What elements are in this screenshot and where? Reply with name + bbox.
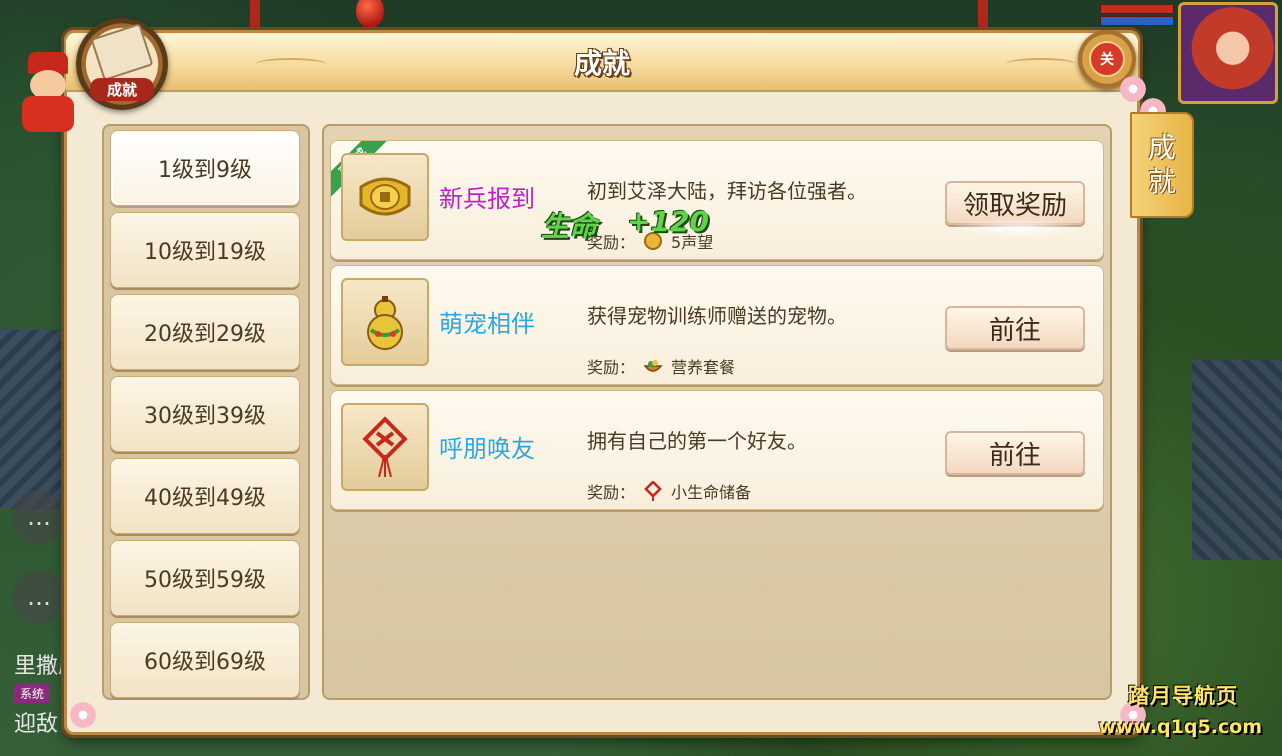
red-pillar bbox=[250, 0, 260, 28]
achievement-reward: 奖励： 小生命储备 bbox=[587, 479, 751, 503]
achievement-reward: 奖励： 营养套餐 bbox=[587, 354, 735, 378]
red-pillar bbox=[978, 0, 988, 28]
achievement-row: 萌宠相伴 获得宠物训练师赠送的宠物。 奖励： 营养套餐 前往 bbox=[330, 265, 1104, 385]
float-value: +120 bbox=[627, 205, 709, 238]
achievement-row: 已完成 新兵报到 初到艾泽大陆，拜访各位强者。 奖励： 5声望 领取奖励 bbox=[330, 140, 1104, 260]
watermark-url: www.q1q5.com bbox=[1098, 716, 1262, 738]
category-60-69[interactable]: 60级到69级 bbox=[110, 622, 300, 698]
achievement-description: 获得宠物训练师赠送的宠物。 bbox=[587, 304, 847, 328]
badge-label: 成就 bbox=[90, 78, 154, 101]
tab-label: 就 bbox=[1147, 165, 1176, 198]
category-40-49[interactable]: 40级到49级 bbox=[110, 458, 300, 534]
hp-bar bbox=[1100, 4, 1174, 14]
player-avatar[interactable] bbox=[1178, 2, 1278, 104]
window-title: 成就 bbox=[573, 47, 630, 80]
category-10-19[interactable]: 10级到19级 bbox=[110, 212, 300, 288]
achievement-name: 呼朋唤友 bbox=[439, 435, 535, 463]
chinese-knot-icon bbox=[341, 403, 429, 491]
scroll-icon bbox=[90, 23, 154, 81]
chat-bubble-icon[interactable]: … bbox=[12, 570, 66, 624]
float-label: 生命 bbox=[541, 210, 598, 243]
tab-label: 成 bbox=[1147, 131, 1176, 164]
reward-prefix: 奖励： bbox=[587, 358, 636, 377]
achievement-row: 呼朋唤友 拥有自己的第一个好友。 奖励： 小生命储备 前往 bbox=[330, 390, 1104, 510]
reward-value: 营养套餐 bbox=[671, 358, 736, 377]
category-50-59[interactable]: 50级到59级 bbox=[110, 540, 300, 616]
category-1-9[interactable]: 1级到9级 bbox=[110, 130, 300, 206]
close-icon: 关 bbox=[1089, 41, 1125, 77]
achievement-name: 新兵报到 bbox=[439, 185, 535, 213]
system-badge: 系统 bbox=[14, 684, 51, 703]
blossom-icon bbox=[68, 700, 98, 730]
goto-button[interactable]: 前往 bbox=[945, 431, 1085, 475]
title-bar: 成就 bbox=[66, 34, 1138, 92]
hp-gain-float-text: 生命 +120 bbox=[541, 205, 709, 245]
achievement-badge: 成就 bbox=[76, 18, 168, 110]
sparkle-effect bbox=[948, 218, 1088, 238]
roof-tiles-right bbox=[1192, 360, 1282, 560]
achievement-description: 初到艾泽大陆，拜访各位强者。 bbox=[587, 179, 867, 203]
chat-message: 迎敌 bbox=[14, 712, 59, 737]
category-30-39[interactable]: 30级到39级 bbox=[110, 376, 300, 452]
knot-small-icon bbox=[644, 481, 662, 501]
achievement-name: 萌宠相伴 bbox=[439, 310, 535, 338]
goto-button[interactable]: 前往 bbox=[945, 306, 1085, 350]
achievement-description: 拥有自己的第一个好友。 bbox=[587, 429, 807, 453]
tab-achievement[interactable]: 成 就 bbox=[1130, 112, 1194, 218]
mp-bar bbox=[1100, 16, 1174, 26]
chat-bubble-icon[interactable]: … bbox=[12, 490, 66, 544]
gold-coin-icon bbox=[341, 153, 429, 241]
watermark-title: 踏月导航页 bbox=[1128, 684, 1238, 708]
reward-prefix: 奖励： bbox=[587, 483, 636, 502]
fortune-god-icon bbox=[12, 52, 84, 132]
reward-value: 小生命储备 bbox=[671, 483, 752, 502]
category-20-29[interactable]: 20级到29级 bbox=[110, 294, 300, 370]
gourd-icon bbox=[341, 278, 429, 366]
title-ornament bbox=[1006, 58, 1076, 70]
food-bowl-icon bbox=[643, 360, 663, 372]
